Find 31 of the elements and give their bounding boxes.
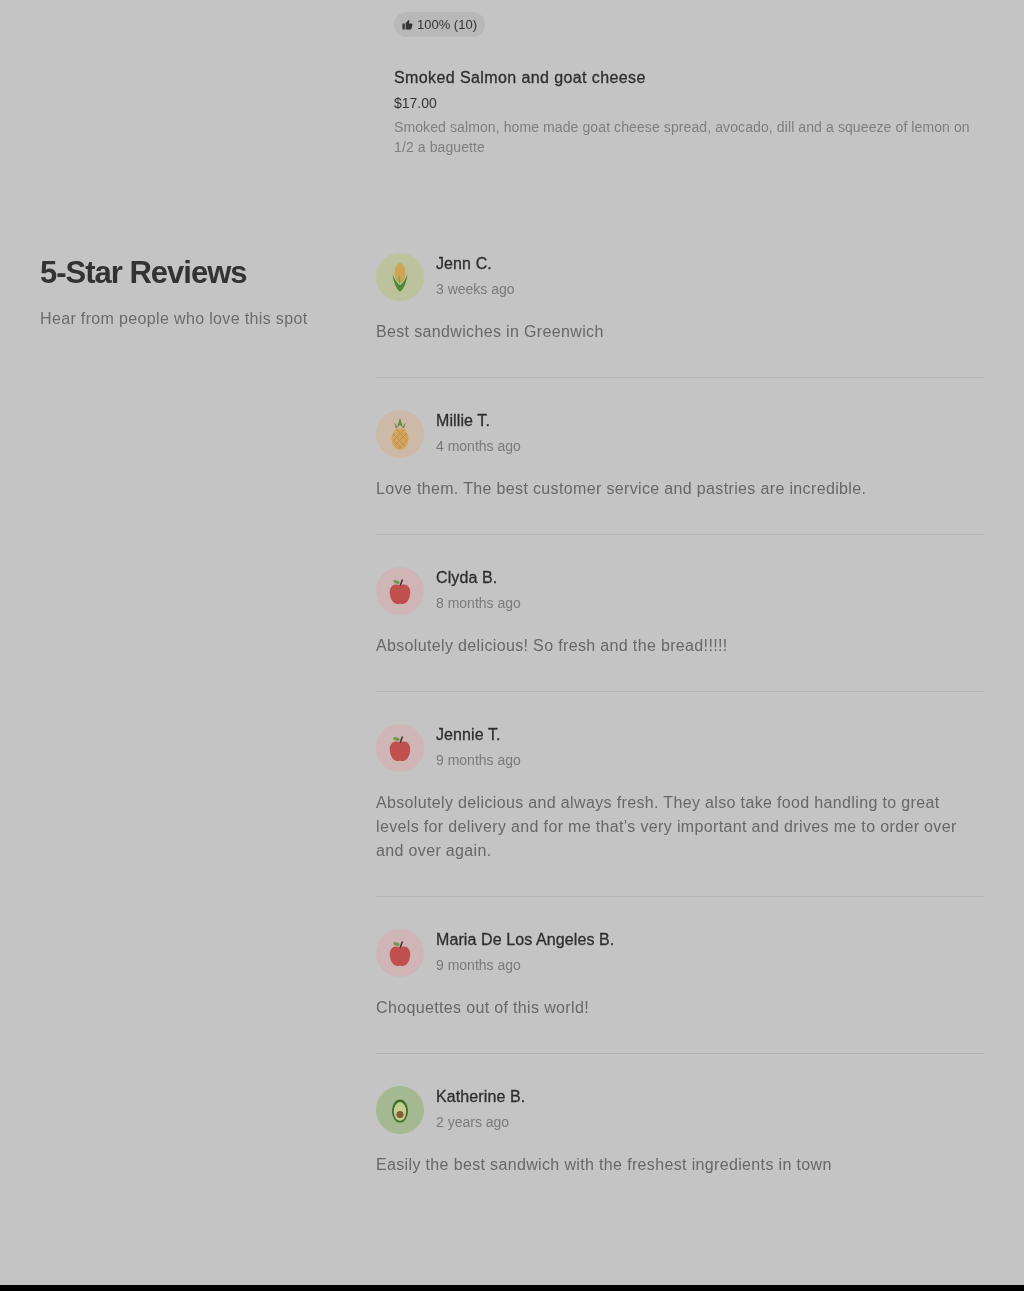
rating-text: 100% (10) <box>417 16 477 34</box>
corn-icon <box>376 253 424 301</box>
avocado-icon <box>376 1086 424 1134</box>
reviewer-name: Millie T. <box>436 411 491 431</box>
review-date: 9 months ago <box>436 956 522 975</box>
review-date: 2 years ago <box>436 1113 511 1132</box>
item-description: Smoked salmon, home made goat cheese spread, avocado, dill and a squeeze of lemon on 1/2 a baguette <box>394 118 971 157</box>
reviewer-name: Jennie T. <box>436 725 502 745</box>
review-text: Love them. The best customer service and pastries are incredible. <box>376 479 868 499</box>
apple-icon <box>376 929 424 977</box>
review-date: 9 months ago <box>436 751 521 770</box>
section-heading: 5-Star Reviews <box>40 254 248 292</box>
review-text: Choquettes out of this world! <box>376 998 590 1018</box>
thumbs-up-icon <box>402 19 413 30</box>
reviewer-name: Maria De Los Angeles B. <box>436 930 615 950</box>
pineapple-icon <box>376 410 424 458</box>
item-price: $17.00 <box>394 94 438 113</box>
apple-icon <box>376 567 424 615</box>
reviewer-name: Katherine B. <box>436 1087 526 1107</box>
item-name: Smoked Salmon and goat cheese <box>394 68 647 88</box>
review-text: Absolutely delicious! So fresh and the bread!!!!! <box>376 636 729 656</box>
review-date: 3 weeks ago <box>436 280 515 299</box>
reviewer-name: Jenn C. <box>436 254 493 274</box>
section-subtitle: Hear from people who love this spot <box>40 309 309 329</box>
review-text: Absolutely delicious and always fresh. They also take food handling to great levels for delivery and for me that's very important and drives me to order over and over again. <box>376 793 958 861</box>
review-text: Best sandwiches in Greenwich <box>376 322 605 342</box>
apple-icon <box>376 724 424 772</box>
reviewer-name: Clyda B. <box>436 568 499 588</box>
review-text: Easily the best sandwich with the freshest ingredients in town <box>376 1155 833 1175</box>
review-date: 8 months ago <box>436 594 521 613</box>
review-date: 4 months ago <box>436 437 521 456</box>
